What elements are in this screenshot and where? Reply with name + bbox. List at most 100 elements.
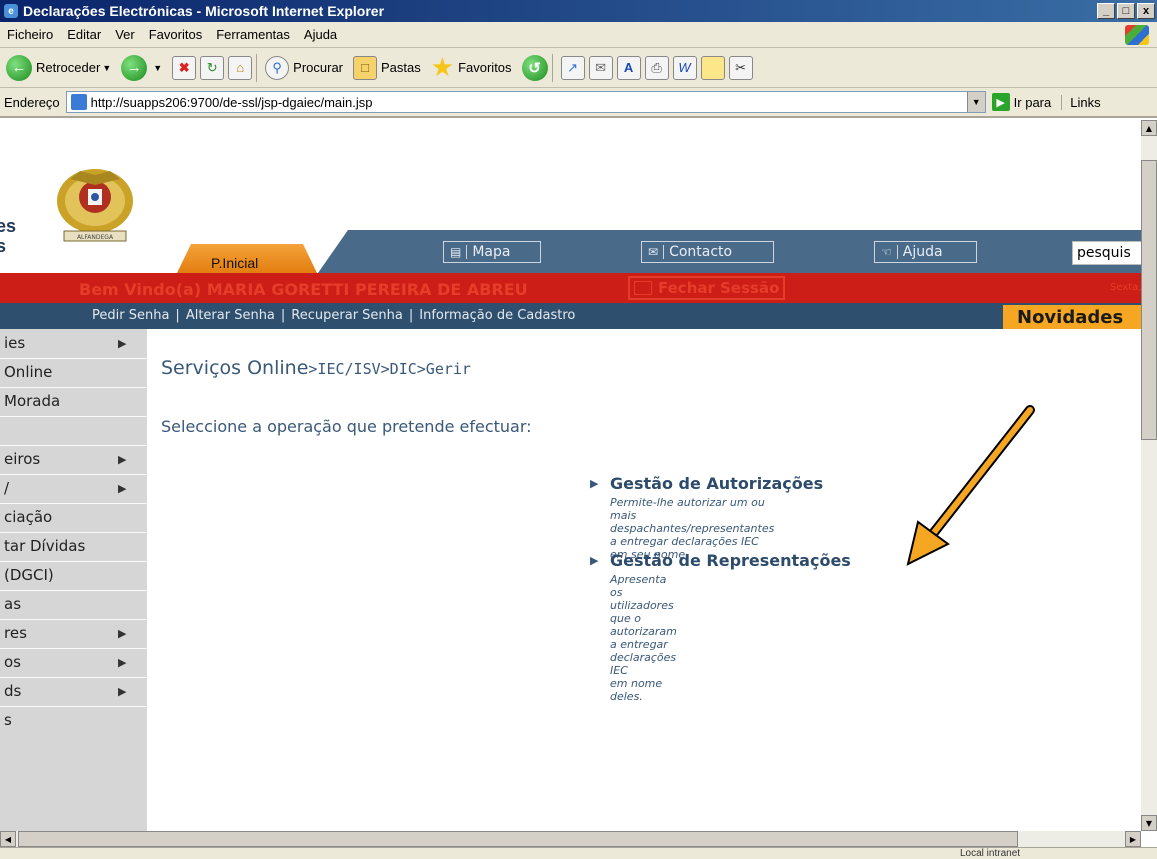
nav-contacto[interactable]: ✉ Contacto [641,241,774,263]
sidebar-item-label: ies [4,334,26,352]
nav-mapa[interactable]: ▤ Mapa [443,241,541,263]
note-icon[interactable] [700,55,725,80]
sidebar-item[interactable]: eiros ▶ [0,445,147,473]
site-search-input[interactable]: pesquis [1072,241,1141,265]
scroll-right-icon[interactable]: ▶ [1125,831,1141,847]
refresh-icon[interactable]: ↻ [200,55,225,80]
site-logo-line-1: es [0,216,17,236]
sidebar-item[interactable]: os ▶ [0,648,147,676]
font-size-icon[interactable]: A [616,55,641,80]
separator: | [408,308,414,323]
site-logo-text: es s [0,216,16,256]
menu-favoritos[interactable]: Favoritos [142,27,209,42]
window-icon[interactable]: ↗ [560,55,585,80]
menu-bar: Ficheiro Editar Ver Favoritos Ferramenta… [0,22,1157,48]
link-recuperar-senha[interactable]: Recuperar Senha [291,308,403,323]
history-icon[interactable]: ↺ [521,54,548,81]
toolbar-separator [256,53,258,82]
scroll-thumb[interactable] [18,831,1018,847]
scroll-down-icon[interactable]: ▼ [1141,815,1157,831]
sidebar-item[interactable]: ds ▶ [0,677,147,705]
link-alterar-senha[interactable]: Alterar Senha [186,308,275,323]
chevron-right-icon: ▶ [118,336,127,350]
breadcrumb-root[interactable]: Serviços Online [161,357,308,379]
separator: | [280,308,286,323]
menu-ver[interactable]: Ver [108,27,142,42]
novidades-button[interactable]: Novidades [1003,305,1141,329]
triangle-right-icon: ▶ [590,554,599,567]
address-dropdown-icon[interactable]: ▼ [966,92,985,112]
sidebar-item[interactable] [0,416,147,444]
favorites-button[interactable]: ★ Favoritos [431,52,512,83]
search-button[interactable]: ⚲ Procurar [265,55,343,80]
maximize-button[interactable]: □ [1117,3,1135,19]
address-bar: Endereço http://suapps206:9700/de-ssl/js… [0,88,1157,118]
menu-editar[interactable]: Editar [60,27,108,42]
windows-logo-icon [1125,25,1149,45]
star-icon: ★ [430,52,455,82]
sidebar-item[interactable]: ciação [0,503,147,531]
scroll-thumb[interactable] [1141,160,1157,440]
address-url[interactable]: http://suapps206:9700/de-ssl/jsp-dgaiec/… [91,95,373,110]
go-label: Ir para [1013,94,1052,110]
folders-button[interactable]: □ Pastas [353,55,421,80]
minimize-button[interactable]: _ [1097,3,1115,19]
sidebar-item[interactable]: tar Dívidas [0,532,147,560]
breadcrumb-path: IEC/ISV>DIC>Gerir [317,360,471,378]
triangle-right-icon: ▶ [590,477,599,490]
close-button[interactable]: x [1137,3,1155,19]
menu-ajuda[interactable]: Ajuda [297,27,344,42]
vertical-scrollbar[interactable]: ▲ ▼ [1141,120,1157,831]
links-button[interactable]: Links [1061,94,1101,110]
scroll-up-icon[interactable]: ▲ [1141,120,1157,136]
nav-ajuda-label: Ajuda [902,244,943,260]
menu-ferramentas[interactable]: Ferramentas [209,27,297,42]
sidebar-item[interactable]: res ▶ [0,619,147,647]
cut-icon[interactable]: ✂ [728,55,753,80]
mail-icon[interactable]: ✉ [588,55,613,80]
word-icon[interactable]: W [672,55,697,80]
print-icon[interactable]: ⎙ [644,55,669,80]
window-title: Declarações Electrónicas - Microsoft Int… [23,3,385,19]
address-input[interactable]: http://suapps206:9700/de-ssl/jsp-dgaiec/… [65,91,986,113]
sidebar-item[interactable]: ies ▶ [0,329,147,357]
nav-ajuda[interactable]: ☜ Ajuda [874,241,977,263]
operation-link[interactable]: Gestão de Autorizações [610,474,823,493]
sidebar-item[interactable]: s [0,706,147,734]
logout-icon [634,281,652,295]
stop-icon[interactable]: ✖ [172,55,197,80]
annotation-arrow-icon [906,405,1035,566]
sidebar-item-label: / [4,479,10,497]
horizontal-scrollbar[interactable]: ◀ ▶ [0,831,1141,847]
account-links: Pedir Senha | Alterar Senha | Recuperar … [92,308,575,323]
back-dropdown-icon[interactable]: ▼ [102,63,111,73]
sidebar-item-label: os [4,653,21,671]
scroll-left-icon[interactable]: ◀ [0,831,16,847]
operation-link[interactable]: Gestão de Representações [610,551,851,570]
back-button[interactable]: ← Retroceder ▼ [6,54,111,81]
sitemap-icon: ▤ [450,245,468,259]
forward-button[interactable]: → ▼ [121,54,162,81]
back-label: Retroceder [36,60,101,75]
page-viewport: es s ALFANDEGA P.Inicial ▤ Mapa ✉ Contac… [0,120,1141,831]
sidebar-item[interactable]: Online [0,358,147,386]
sidebar-item[interactable]: as [0,590,147,618]
sidebar-item[interactable]: / ▶ [0,474,147,502]
go-button[interactable]: ▶ Ir para [991,93,1052,111]
page-icon [70,94,87,110]
home-icon[interactable]: ⌂ [228,55,253,80]
nav-mapa-label: Mapa [472,244,511,260]
logout-label: Fechar Sessão [658,279,780,297]
sidebar-item-label: eiros [4,450,41,468]
link-pedir-senha[interactable]: Pedir Senha [92,308,169,323]
sidebar-item[interactable]: Morada [0,387,147,415]
menu-ficheiro[interactable]: Ficheiro [0,27,60,42]
status-bar: Local intranet [0,847,1157,859]
tab-home[interactable]: P.Inicial [177,244,317,273]
toolbar-separator [551,53,553,82]
forward-dropdown-icon[interactable]: ▼ [153,63,162,73]
link-informacao-cadastro[interactable]: Informação de Cadastro [419,308,575,323]
sidebar-item[interactable]: (DGCI) [0,561,147,589]
browser-toolbar: ← Retroceder ▼ → ▼ ✖ ↻ ⌂ ⚲ Procurar □ Pa… [0,48,1157,88]
logout-button[interactable]: Fechar Sessão [628,276,786,300]
